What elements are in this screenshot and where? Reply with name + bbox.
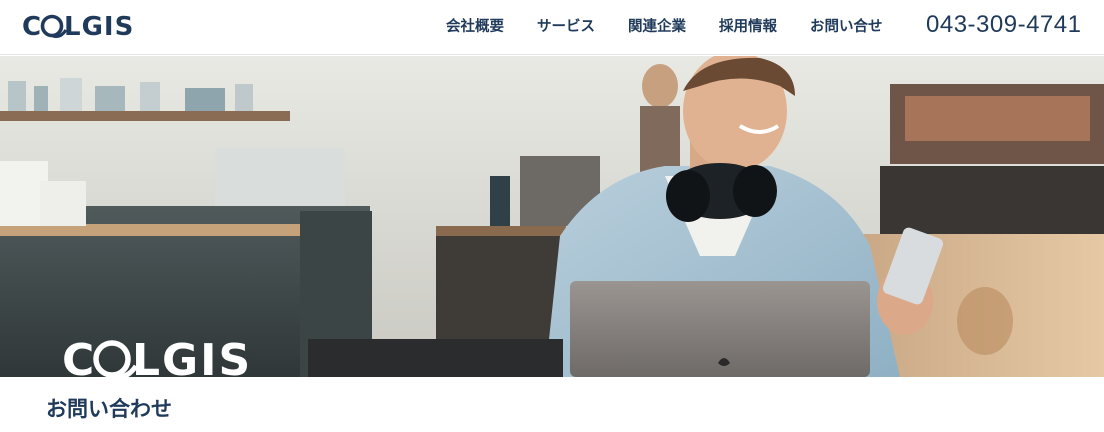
hero-logo-mark: C LGIS [62, 335, 252, 377]
page-title: お問い合わせ [46, 397, 172, 421]
phone-number[interactable]: 043-309-4741 [926, 11, 1081, 39]
hero-photo [0, 56, 1104, 377]
nav-item-contact[interactable]: お問い合せ [810, 15, 883, 36]
nav-item-services[interactable]: サービス [537, 15, 595, 36]
hero-banner: C LGIS [0, 56, 1104, 377]
site-header: C LGIS 会社概要 サービス 関連企業 採用情報 お問い合せ 043-309… [0, 0, 1104, 55]
svg-text:LGIS: LGIS [132, 335, 252, 377]
brand-logo-mark: C LGIS [22, 12, 134, 42]
main-nav: 会社概要 サービス 関連企業 採用情報 お問い合せ [446, 15, 907, 36]
svg-text:LGIS: LGIS [64, 12, 134, 42]
nav-item-related-companies[interactable]: 関連企業 [628, 15, 686, 36]
nav-item-company[interactable]: 会社概要 [446, 15, 504, 36]
brand-logo[interactable]: C LGIS [22, 8, 142, 44]
svg-text:C: C [62, 335, 96, 377]
nav-item-recruit[interactable]: 採用情報 [719, 15, 777, 36]
svg-text:C: C [22, 12, 42, 42]
